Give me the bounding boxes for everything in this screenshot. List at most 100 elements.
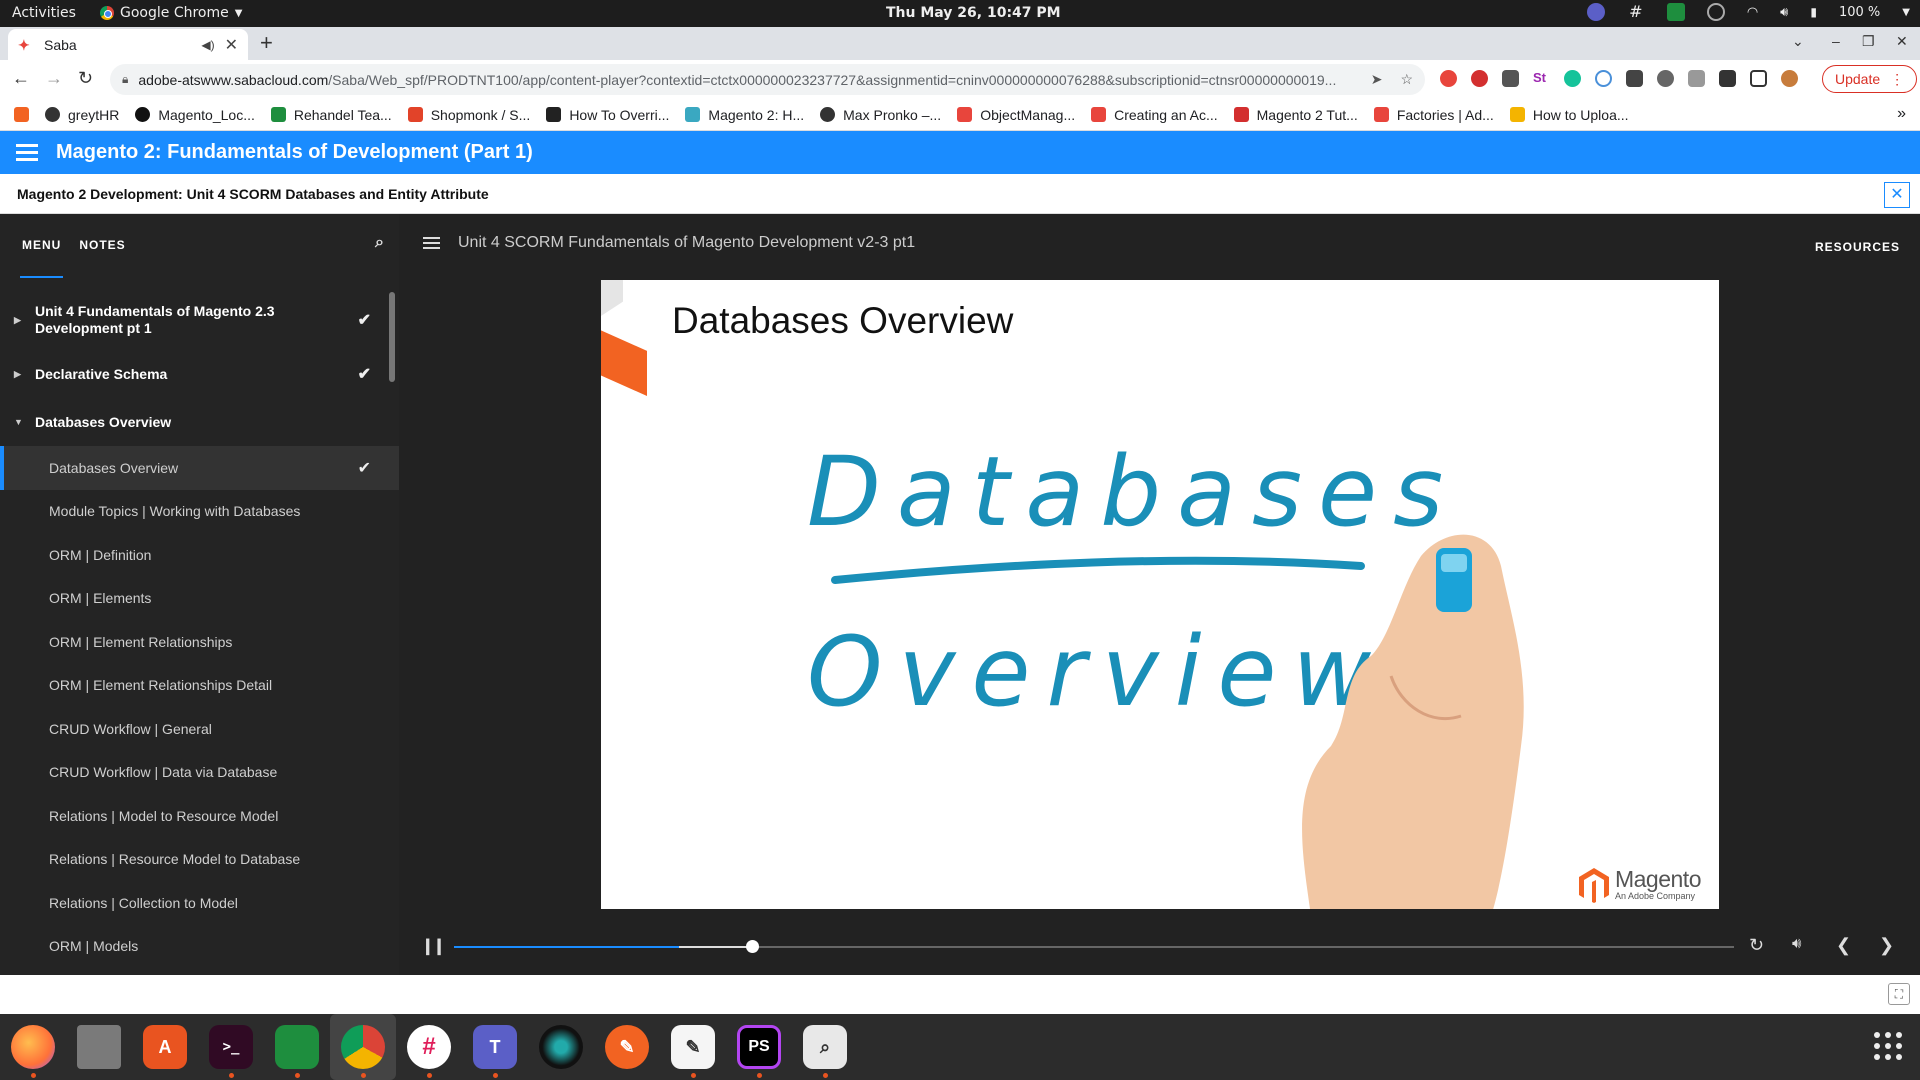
bookmark-star-icon[interactable]: ☆: [1400, 71, 1413, 88]
lesson-item[interactable]: ORM | Elements: [0, 577, 399, 621]
extensions-puzzle-icon[interactable]: [1719, 70, 1736, 87]
resources-button[interactable]: RESOURCES: [1815, 240, 1900, 254]
lesson-menu-icon[interactable]: [423, 237, 440, 249]
restore-icon[interactable]: ❐: [1862, 33, 1875, 50]
browser-tab[interactable]: ✦ Saba ◀) ✕: [8, 29, 248, 60]
extension-7-icon[interactable]: [1626, 70, 1643, 87]
dock-teams[interactable]: T: [462, 1014, 528, 1080]
dock-software[interactable]: A: [132, 1014, 198, 1080]
bookmark-item[interactable]: Rehandel Tea...: [270, 107, 392, 123]
lesson-label: Module Topics | Working with Databases: [49, 503, 301, 520]
dock-terminal[interactable]: >_: [198, 1014, 264, 1080]
seek-bar[interactable]: [454, 940, 1734, 953]
battery-icon[interactable]: ▮: [1810, 5, 1817, 19]
extension-8-icon[interactable]: [1657, 70, 1674, 87]
lesson-item[interactable]: Databases Overview ✔: [0, 446, 399, 490]
next-slide-icon[interactable]: ❯: [1879, 935, 1894, 956]
send-to-device-icon[interactable]: ➤: [1371, 71, 1383, 88]
bookmark-item[interactable]: ObjectManag...: [957, 107, 1075, 123]
dock-files[interactable]: [66, 1014, 132, 1080]
bookmark-magento-logo[interactable]: [14, 107, 29, 122]
extension-1-icon[interactable]: [1440, 70, 1457, 87]
lesson-item[interactable]: Relations | Collection to Model: [0, 881, 399, 925]
dock-chrome[interactable]: [330, 1014, 396, 1080]
bookmark-item[interactable]: greytHR: [45, 107, 119, 123]
lesson-item[interactable]: CRUD Workflow | Data via Database: [0, 751, 399, 795]
extension-6-icon[interactable]: [1595, 70, 1612, 87]
app-menu[interactable]: Google Chrome ▼: [100, 5, 242, 21]
pause-icon[interactable]: ❙❙: [421, 936, 446, 956]
bookmark-item[interactable]: Magento 2 Tut...: [1233, 107, 1358, 123]
clock[interactable]: Thu May 26, 10:47 PM: [886, 5, 1061, 21]
lock-icon[interactable]: 🔒︎: [122, 72, 128, 87]
search-icon[interactable]: ⌕: [375, 234, 385, 252]
lesson-item[interactable]: Relations | Model to Resource Model: [0, 794, 399, 838]
previous-slide-icon[interactable]: ❮: [1836, 935, 1851, 956]
seek-handle[interactable]: [746, 940, 760, 953]
activities-button[interactable]: Activities: [12, 5, 76, 21]
bookmark-item[interactable]: Creating an Ac...: [1091, 107, 1218, 123]
battery-percent[interactable]: 100 %: [1839, 5, 1880, 20]
lesson-item[interactable]: Relations | Resource Model to Database: [0, 838, 399, 882]
show-applications-icon[interactable]: [1874, 1032, 1902, 1060]
bookmark-item[interactable]: Magento_Loc...: [135, 107, 255, 123]
bookmark-item[interactable]: How to Uploa...: [1509, 107, 1629, 123]
audio-playing-icon[interactable]: ◀): [201, 38, 214, 52]
lesson-item[interactable]: ORM | Models: [0, 925, 399, 969]
minimize-icon[interactable]: –: [1832, 33, 1840, 49]
dock-text-editor[interactable]: ✎: [660, 1014, 726, 1080]
bookmark-item[interactable]: Magento 2: H...: [685, 107, 804, 123]
bookmark-item[interactable]: Max Pronko –...: [820, 107, 941, 123]
chrome-update-button[interactable]: Update ⋮: [1822, 65, 1918, 93]
lesson-item[interactable]: Module Topics | Working with Databases: [0, 490, 399, 534]
section-declarative-schema[interactable]: ▶ Declarative Schema ✔: [0, 350, 399, 398]
profile-avatar[interactable]: [1781, 70, 1798, 87]
bookmark-item[interactable]: Shopmonk / S...: [407, 107, 530, 123]
volume-icon[interactable]: 🔊︎: [1780, 5, 1788, 20]
chat-tray-icon[interactable]: [1666, 3, 1685, 21]
address-bar[interactable]: 🔒︎ adobe-atswww.sabacloud.com /Saba/Web_…: [110, 64, 1425, 95]
grammarly-icon[interactable]: [1564, 70, 1581, 87]
sync-tray-icon[interactable]: [1706, 3, 1725, 21]
fullscreen-icon[interactable]: ⛶: [1888, 983, 1910, 1005]
adblock-icon[interactable]: [1471, 70, 1488, 87]
section-unit-4[interactable]: ▶ Unit 4 Fundamentals of Magento 2.3 Dev…: [0, 290, 399, 350]
section-databases-overview[interactable]: ▼ Databases Overview: [0, 398, 399, 446]
dock-image-viewer[interactable]: ⌕: [792, 1014, 858, 1080]
main-menu-icon[interactable]: [16, 144, 38, 161]
tab-search-icon[interactable]: ⌄: [1792, 33, 1804, 50]
lesson-item[interactable]: CRUD Workflow | General: [0, 707, 399, 751]
replay-icon[interactable]: ↻: [1749, 935, 1764, 956]
bookmark-item[interactable]: How To Overri...: [546, 107, 669, 123]
dock-firefox[interactable]: [0, 1014, 66, 1080]
new-tab-button[interactable]: +: [260, 30, 273, 56]
system-tray[interactable]: # ◠ 🔊︎ ▮ 100 % ▼: [1586, 3, 1910, 21]
dock-phpstorm[interactable]: PS: [726, 1014, 792, 1080]
close-tab-icon[interactable]: ✕: [225, 35, 238, 55]
lesson-item[interactable]: ORM | Definition: [0, 533, 399, 577]
side-panel-icon[interactable]: [1750, 70, 1767, 87]
bookmark-item[interactable]: Factories | Ad...: [1373, 107, 1494, 123]
lesson-item[interactable]: ORM | Element Relationships: [0, 620, 399, 664]
teams-tray-icon[interactable]: [1586, 3, 1605, 21]
slack-tray-icon[interactable]: #: [1627, 3, 1645, 21]
dock-chat[interactable]: [264, 1014, 330, 1080]
tab-menu[interactable]: MENU: [22, 238, 61, 252]
reload-icon[interactable]: ↻: [78, 68, 93, 89]
wifi-icon[interactable]: ◠: [1747, 5, 1758, 20]
st-extension-icon[interactable]: St: [1533, 70, 1550, 87]
back-icon[interactable]: ←: [12, 68, 30, 89]
bookmarks-overflow-icon[interactable]: »: [1897, 105, 1906, 123]
tab-notes[interactable]: NOTES: [79, 238, 125, 252]
close-player-button[interactable]: ✕: [1884, 182, 1910, 208]
power-menu-caret-icon[interactable]: ▼: [1902, 7, 1910, 18]
volume-icon[interactable]: 🔊︎: [1792, 935, 1801, 952]
news-extension-icon[interactable]: [1502, 70, 1519, 87]
dock-inkscape[interactable]: ✎: [594, 1014, 660, 1080]
dock-slack[interactable]: #: [396, 1014, 462, 1080]
lesson-item[interactable]: ORM | Element Relationships Detail: [0, 664, 399, 708]
extension-9-icon[interactable]: [1688, 70, 1705, 87]
dock-camera[interactable]: [528, 1014, 594, 1080]
forward-icon[interactable]: →: [45, 68, 63, 89]
close-window-icon[interactable]: ✕: [1896, 33, 1908, 50]
